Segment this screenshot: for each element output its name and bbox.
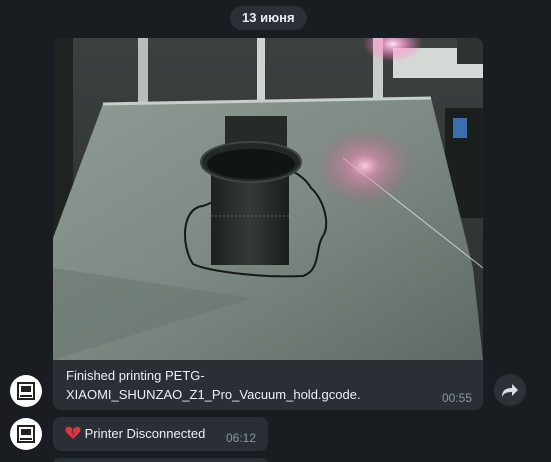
printer-photo[interactable] [53, 38, 483, 360]
bot-avatar[interactable] [10, 375, 42, 407]
photo-message[interactable]: Finished printing PETG-XIAOMI_SHUNZAO_Z1… [53, 38, 483, 410]
forward-button[interactable] [494, 374, 526, 406]
date-separator: 13 июня [230, 6, 307, 30]
broken-heart-icon [65, 426, 81, 439]
message-text: Printer Disconnected [84, 426, 206, 441]
message-caption: Finished printing PETG-XIAOMI_SHUNZAO_Z1… [66, 368, 361, 402]
chat-view: 13 июня Finished printing PETG-XIAOMI_SH… [0, 0, 551, 462]
text-message[interactable]: Printer Disconnected 06:12 [53, 417, 268, 451]
bot-avatar[interactable] [10, 418, 42, 450]
message-time: 00:55 [441, 391, 472, 405]
printer-logo-icon [17, 425, 35, 443]
printer-logo-icon [17, 382, 35, 400]
message-time: 06:12 [226, 431, 257, 445]
next-message[interactable] [53, 458, 268, 462]
share-arrow-icon [502, 384, 518, 397]
